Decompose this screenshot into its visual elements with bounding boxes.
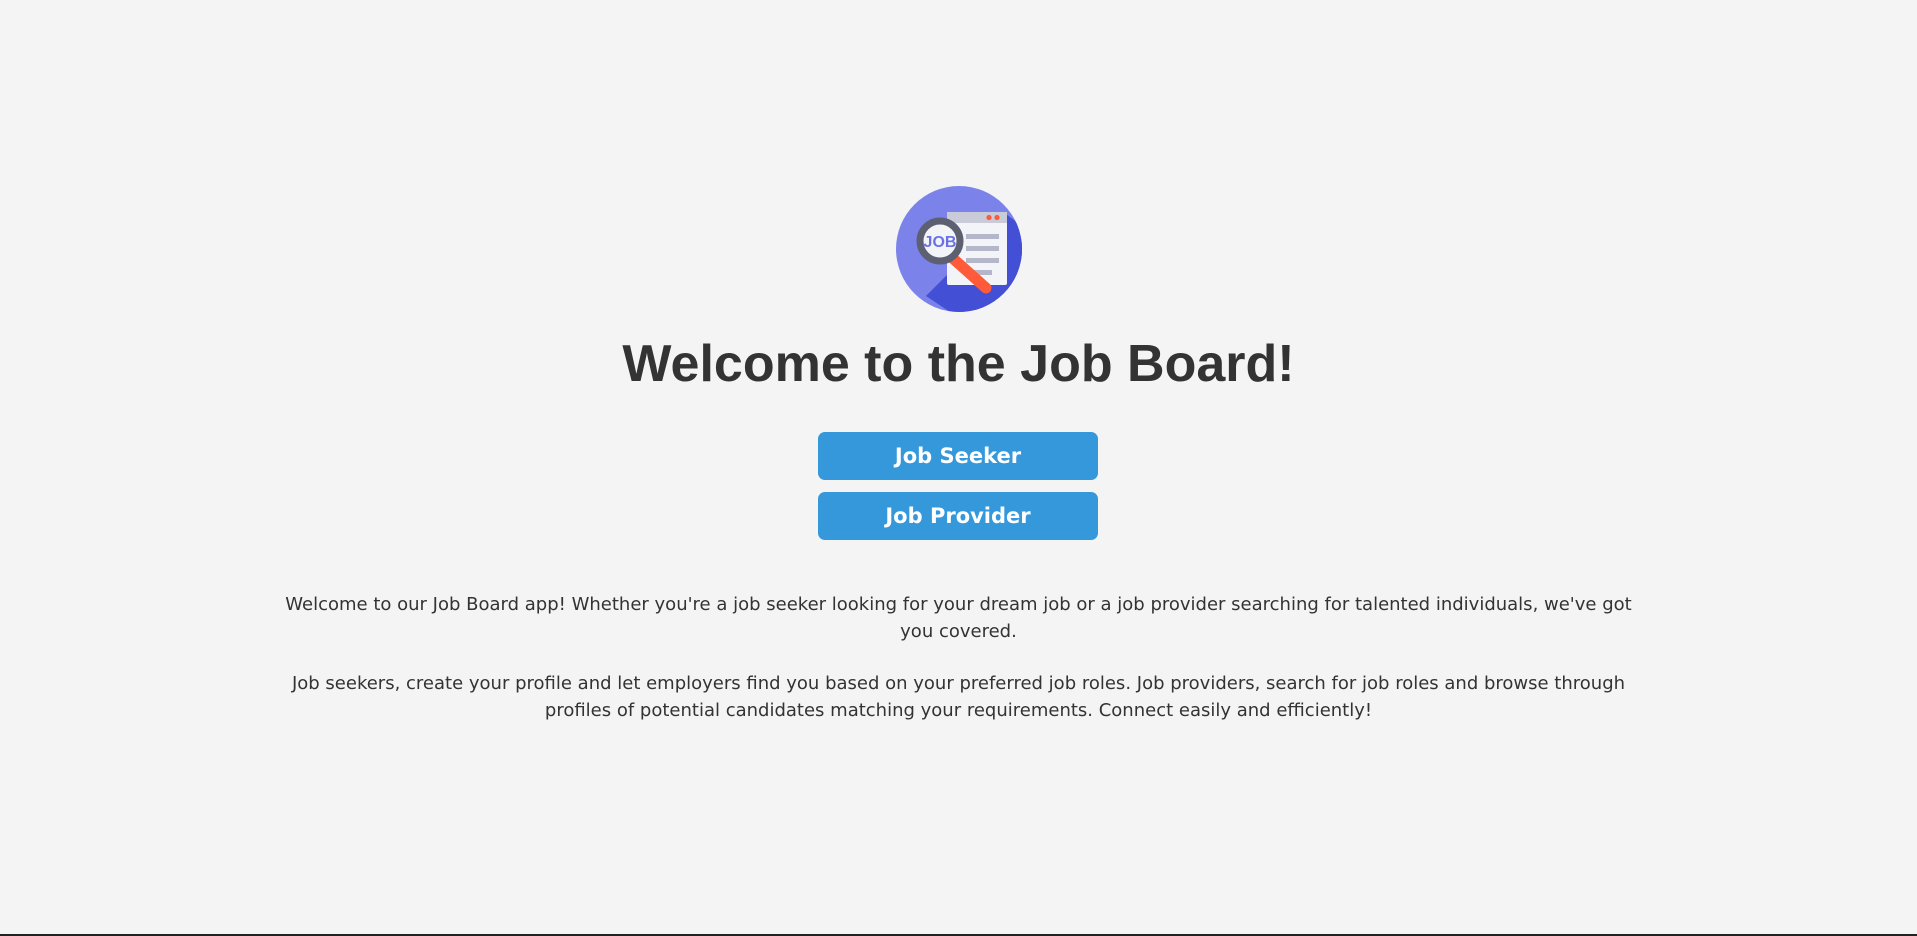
page-title: Welcome to the Job Board!	[622, 335, 1295, 393]
details-paragraph: Job seekers, create your profile and let…	[291, 673, 1626, 721]
job-search-logo-icon: JOB	[896, 186, 1022, 312]
job-provider-button[interactable]: Job Provider	[818, 492, 1098, 540]
logo-text: JOB	[924, 234, 957, 251]
welcome-page: JOB Welcome to the Job Board! Job Seeker…	[0, 0, 1917, 934]
job-seeker-button[interactable]: Job Seeker	[818, 432, 1098, 480]
intro-paragraph: Welcome to our Job Board app! Whether yo…	[285, 594, 1632, 642]
